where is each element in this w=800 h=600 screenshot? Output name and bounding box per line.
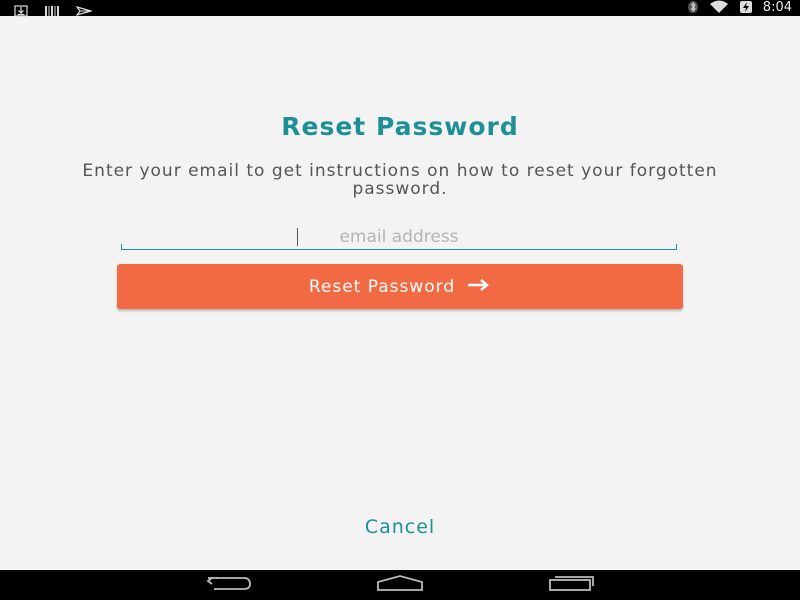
wifi-icon [709,0,729,18]
recents-icon [547,575,595,595]
bluetooth-icon [687,0,699,18]
status-time: 8:04 [762,0,792,15]
reset-password-button[interactable]: Reset Password [117,264,683,309]
email-field[interactable] [121,224,677,250]
recents-button[interactable] [541,574,601,596]
status-bar-system: 8:04 [687,0,792,16]
home-button[interactable] [370,574,430,596]
cancel-link[interactable]: Cancel [0,516,800,538]
reset-password-button-label: Reset Password [308,276,456,297]
status-bar: 8:04 [0,0,800,17]
navigation-bar [0,570,800,600]
email-field-right-edge [676,244,677,250]
email-field-left-edge [121,244,122,250]
text-cursor [297,228,298,246]
battery-icon [739,0,753,18]
page-title: Reset Password [281,112,519,141]
reset-password-screen: Reset Password Enter your email to get i… [0,16,800,570]
instructions-text: Enter your email to get instructions on … [82,161,718,199]
arrow-right-icon [467,277,491,297]
back-icon [206,575,252,595]
home-icon [376,575,424,595]
back-button[interactable] [199,574,259,596]
